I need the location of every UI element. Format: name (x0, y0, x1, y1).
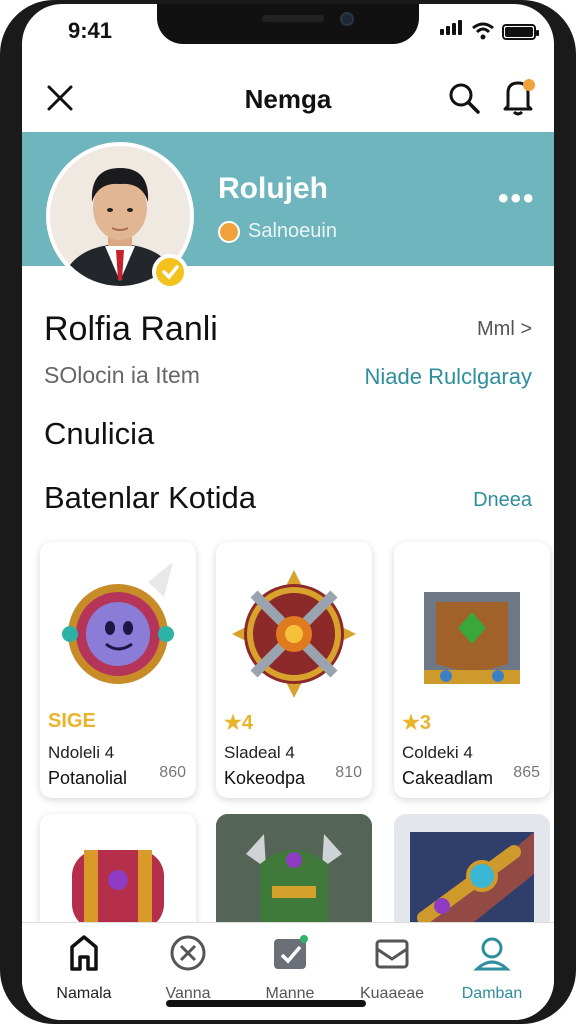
signal-icon (440, 20, 464, 40)
nav-item-inbox[interactable]: Kuaaeae (342, 933, 442, 1003)
inbox-icon (375, 939, 409, 969)
item-price: 865 (513, 764, 540, 781)
section-heading-items: Batenlar Kotida (44, 480, 256, 515)
checkbox-icon (274, 935, 308, 969)
camera (340, 12, 354, 26)
section-heading-collection: Cnulicia (44, 416, 155, 451)
nav-label: Namala (56, 985, 112, 1002)
search-icon[interactable] (448, 82, 480, 114)
status-time: 9:41 (68, 18, 113, 43)
battery-icon (502, 24, 539, 40)
nav-label: Damban (461, 985, 523, 1002)
item-rating: SIGE (48, 710, 96, 732)
item-rating: ★3 (402, 712, 432, 734)
profile-subtitle: SOlocin ia Item (44, 362, 200, 388)
item-card[interactable]: ★3 Coldeki 4 Cakeadlam 865 (394, 542, 550, 798)
verified-badge-icon (152, 254, 188, 290)
banner-subtitle: Salnoeuin (248, 220, 337, 242)
item-price: 860 (159, 764, 186, 781)
close-circle-icon (170, 935, 206, 971)
item-name: Potanolial (48, 768, 128, 788)
more-options-icon[interactable]: ••• (498, 182, 536, 216)
item-artwork-orb (62, 562, 174, 684)
nav-item-profile[interactable]: Damban (442, 933, 542, 1003)
item-level: Coldeki 4 (402, 743, 473, 762)
top-bar: Nemga (22, 64, 554, 134)
item-level: Ndoleli 4 (48, 743, 115, 762)
nav-item-tasks[interactable]: Manne (240, 933, 340, 1003)
screen: 9:41 Nemga Rolujeh Salnoeuin ••• Rolfia … (22, 4, 554, 1020)
status-icons (440, 20, 539, 40)
item-artwork-shield (232, 570, 356, 698)
home-icon (70, 935, 98, 971)
nav-item-cancel[interactable]: Vanna (138, 933, 238, 1003)
phone-frame: 9:41 Nemga Rolujeh Salnoeuin ••• Rolfia … (0, 0, 576, 1024)
item-rating: ★4 (224, 712, 254, 734)
item-artwork-crest (424, 592, 520, 684)
item-card[interactable]: ★4 Sladeal 4 Kokeodpa 810 (216, 542, 372, 798)
banner-subtitle-row: Salnoeuin (218, 220, 337, 243)
home-indicator (166, 1000, 366, 1007)
profile-more-link[interactable]: Mml > (477, 318, 532, 341)
speaker (262, 15, 324, 22)
item-name: Kokeodpa (224, 768, 306, 788)
nav-item-home[interactable]: Namala (34, 933, 134, 1003)
item-name: Cakeadlam (402, 768, 494, 788)
coin-icon (218, 220, 240, 243)
item-card[interactable]: SIGE Ndoleli 4 Potanolial 860 (40, 542, 196, 798)
profile-action-link[interactable]: Niade Rulclgaray (364, 364, 532, 390)
profile-icon (473, 937, 511, 971)
notch (157, 4, 419, 44)
banner-username: Rolujeh (218, 172, 328, 205)
bell-icon[interactable] (500, 78, 536, 116)
wifi-icon (472, 22, 494, 40)
see-more-link[interactable]: Dneea (473, 489, 532, 512)
profile-name: Rolfia Ranli (44, 310, 218, 348)
item-level: Sladeal 4 (224, 743, 295, 762)
item-price: 810 (335, 764, 362, 781)
